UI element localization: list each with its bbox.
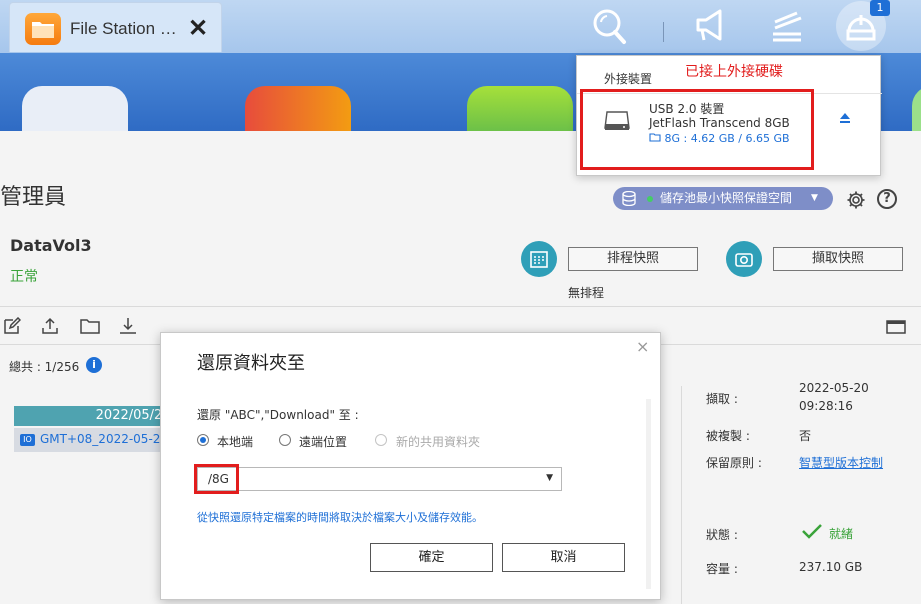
status-label: 狀態 : <box>706 528 738 542</box>
announcement-icon[interactable] <box>692 6 732 46</box>
tab-title: File Station … <box>70 19 177 38</box>
close-icon[interactable]: × <box>636 339 649 355</box>
take-snapshot-button[interactable]: 擷取快照 <box>773 247 903 271</box>
desktop-app-icon[interactable] <box>467 86 573 131</box>
taken-time: 09:28:16 <box>799 399 853 413</box>
external-device-popover: 外接裝置 已接上外接硬碟 USB 2.0 裝置 JetFlash Transce… <box>576 55 882 176</box>
radio-remote[interactable] <box>279 434 291 446</box>
schedule-snapshot-button[interactable]: 排程快照 <box>568 247 698 271</box>
gear-icon[interactable] <box>846 190 866 210</box>
retention-label: 保留原則 : <box>706 456 762 470</box>
destination-path-select[interactable]: /8G ▼ <box>197 467 562 491</box>
status-value: 就緒 <box>829 527 854 541</box>
topbar-divider <box>663 22 664 42</box>
desktop-app-icon[interactable] <box>245 86 351 131</box>
chevron-down-icon: ▼ <box>546 473 553 483</box>
top-bar: File Station … ✕ 1 <box>0 0 921 53</box>
download-icon[interactable] <box>119 317 137 335</box>
desktop-app-icon[interactable] <box>22 86 128 131</box>
restore-folder-dialog: 還原資料夾至 × 還原 "ABC","Download" 至 : 本地端 遠端位… <box>160 332 661 600</box>
info-icon[interactable]: i <box>86 357 102 373</box>
radio-new-shared-folder-label: 新的共用資料夾 <box>396 435 481 449</box>
radio-local[interactable] <box>197 434 209 446</box>
check-icon <box>802 524 822 539</box>
restore-prompt: 還原 "ABC","Download" 至 : <box>197 408 359 422</box>
taken-date: 2022-05-20 <box>799 381 869 395</box>
pool-guaranteed-space-dropdown[interactable]: 儲存池最小快照保證空間 ▼ <box>613 187 833 210</box>
cloned-value: 否 <box>799 429 812 443</box>
dialog-title: 還原資料夾至 <box>197 353 305 374</box>
highlight-box <box>194 464 239 494</box>
volume-name: DataVol3 <box>10 236 92 255</box>
popover-header: 外接裝置 <box>604 72 653 86</box>
pool-pill-label: 儲存池最小快照保證空間 <box>660 191 793 205</box>
taken-label: 擷取 : <box>706 392 738 406</box>
database-icon <box>622 191 636 206</box>
snapshot-total-count: 總共 : 1/256 <box>9 360 80 374</box>
annotation-text: 已接上外接硬碟 <box>685 64 783 80</box>
help-icon[interactable]: ? <box>877 189 897 209</box>
cancel-button[interactable]: 取消 <box>502 543 625 572</box>
capacity-value: 237.10 GB <box>799 560 863 574</box>
take-snapshot-camera-icon <box>726 241 762 277</box>
status-dot <box>647 196 653 202</box>
search-icon[interactable] <box>589 6 629 46</box>
notification-badge: 1 <box>870 0 890 16</box>
capacity-label: 容量 : <box>706 562 738 576</box>
schedule-note: 無排程 <box>568 286 605 300</box>
scrollbar[interactable] <box>646 399 651 589</box>
file-station-icon <box>25 13 61 45</box>
snapshot-name: GMT+08_2022-05-20 <box>40 432 169 446</box>
restore-note: 從快照還原特定檔案的時間將取決於檔案大小及儲存效能。 <box>197 511 483 524</box>
page-title: 管理員 <box>0 185 67 210</box>
snapshot-date-group: 2022/05/2 <box>14 406 164 426</box>
tab-close-icon[interactable]: ✕ <box>188 17 208 41</box>
desktop-app-icon[interactable] <box>912 86 921 131</box>
radio-new-shared-folder <box>375 434 387 446</box>
divider <box>0 306 921 307</box>
ok-button[interactable]: 確定 <box>370 543 493 572</box>
chevron-down-icon: ▼ <box>811 193 818 203</box>
cloned-label: 被複製 : <box>706 429 750 443</box>
detail-divider <box>681 386 682 604</box>
folder-icon[interactable] <box>80 317 100 335</box>
schedule-calendar-icon <box>521 241 557 277</box>
app-tab-file-station[interactable]: File Station … ✕ <box>9 2 222 52</box>
highlight-box <box>580 89 814 170</box>
radio-remote-label[interactable]: 遠端位置 <box>299 433 347 450</box>
snapshot-icon: IO <box>20 434 35 446</box>
radio-local-label[interactable]: 本地端 <box>217 433 253 450</box>
snapshot-list-item[interactable]: IO GMT+08_2022-05-20 <box>14 428 168 452</box>
background-tasks-icon[interactable] <box>767 6 807 46</box>
eject-icon[interactable] <box>839 112 851 124</box>
edit-icon[interactable] <box>3 317 21 335</box>
upload-icon[interactable] <box>41 317 59 335</box>
layout-toggle-icon[interactable] <box>886 320 906 334</box>
volume-status: 正常 <box>10 269 38 285</box>
retention-link[interactable]: 智慧型版本控制 <box>799 454 883 471</box>
